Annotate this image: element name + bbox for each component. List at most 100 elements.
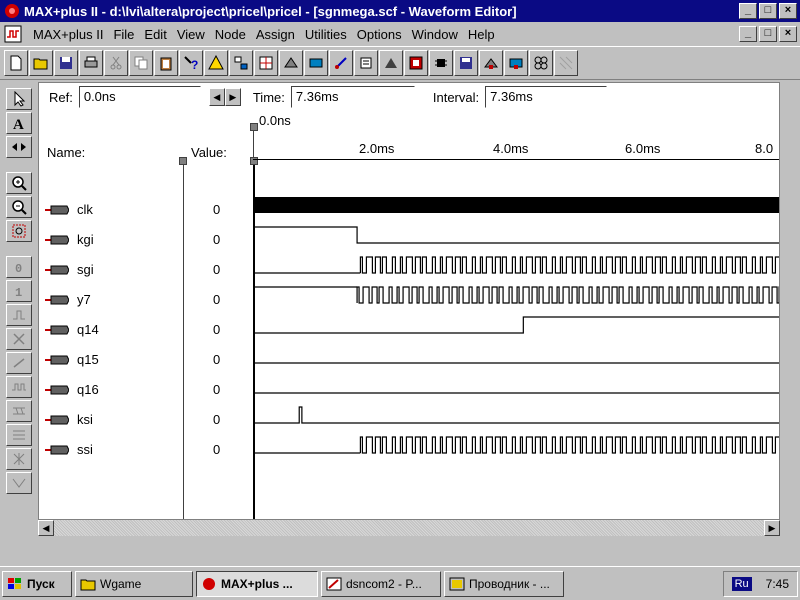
force-high-button[interactable]: 1 — [6, 280, 32, 302]
high-z-button[interactable] — [6, 352, 32, 374]
doc-close-button[interactable]: × — [779, 26, 797, 42]
taskbar-item-dsncom2[interactable]: dsncom2 - P... — [321, 570, 441, 597]
taskbar-clock: 7:45 — [765, 576, 789, 591]
set-project-button[interactable] — [404, 50, 428, 76]
overwrite-count-button[interactable] — [6, 400, 32, 422]
programmer-button[interactable] — [354, 50, 378, 76]
grid-button[interactable] — [529, 50, 553, 76]
hierarchy-button[interactable] — [229, 50, 253, 76]
time-cursor-label: 0.0ns — [259, 113, 291, 128]
maximize-button[interactable]: □ — [759, 3, 777, 19]
insert-node-button[interactable] — [6, 472, 32, 494]
taskbar-item-explorer[interactable]: Проводник - ... — [444, 570, 564, 597]
save-simulate-button[interactable] — [504, 50, 528, 76]
overwrite-group-button[interactable] — [6, 424, 32, 446]
text-tool-button[interactable]: A — [6, 112, 32, 134]
fit-in-window-button[interactable] — [6, 220, 32, 242]
signal-name: q16 — [77, 382, 99, 397]
horizontal-scrollbar[interactable]: ◀ ▶ — [38, 520, 780, 536]
time-cursor-handle[interactable] — [250, 123, 258, 131]
help-button[interactable]: ? — [179, 50, 203, 76]
ref-field[interactable]: 0.0ns — [78, 86, 201, 108]
interval-field[interactable]: 7.36ms — [485, 86, 608, 108]
timing-analyzer-button[interactable] — [329, 50, 353, 76]
print-button[interactable] — [79, 50, 103, 76]
force-low-button[interactable]: 0 — [6, 256, 32, 278]
save-button[interactable] — [54, 50, 78, 76]
paste-button[interactable] — [154, 50, 178, 76]
dont-care-button[interactable] — [6, 328, 32, 350]
doc-minimize-button[interactable]: _ — [739, 26, 757, 42]
waveform-editor: Ref: 0.0ns ◀ ▶ Time: 7.36ms Interval: 7.… — [38, 82, 780, 520]
signal-name: ksi — [77, 412, 93, 427]
time-tick-label: 4.0ms — [493, 141, 529, 156]
zoom-in-button[interactable] — [6, 172, 32, 194]
selection-tool-button[interactable] — [6, 88, 32, 110]
zoom-out-button[interactable] — [6, 196, 32, 218]
minimize-button[interactable]: _ — [739, 3, 757, 19]
scroll-right-button[interactable]: ▶ — [764, 520, 780, 536]
overwrite-clock-button[interactable] — [6, 376, 32, 398]
signal-name: kgi — [77, 232, 94, 247]
warning-button[interactable] — [204, 50, 228, 76]
chip-button[interactable] — [429, 50, 453, 76]
waveform-ssi — [359, 436, 779, 454]
time-ruler-line — [253, 159, 779, 160]
signal-name: q15 — [77, 352, 99, 367]
menu-assign[interactable]: Assign — [251, 27, 300, 42]
folder-icon — [80, 579, 96, 590]
force-one-icon: 1 — [15, 286, 22, 299]
taskbar-item-wgame[interactable]: Wgame — [75, 570, 193, 597]
start-button[interactable]: Пуск — [2, 570, 72, 597]
simulator-button[interactable] — [304, 50, 328, 76]
grid-snap-icon — [13, 453, 25, 465]
menu-edit[interactable]: Edit — [139, 27, 171, 42]
scroll-left-button[interactable]: ◀ — [38, 520, 54, 536]
column-resize-handle[interactable] — [179, 157, 187, 165]
invert-button[interactable] — [6, 304, 32, 326]
time-field[interactable]: 7.36ms — [290, 86, 415, 108]
menu-bar: MAX+plus II File Edit View Node Assign U… — [0, 22, 800, 46]
timing-icon — [335, 57, 347, 69]
menu-node[interactable]: Node — [210, 27, 251, 42]
ref-prev-button[interactable]: ◀ — [208, 88, 225, 106]
open-project-button[interactable] — [379, 50, 403, 76]
compiler-button[interactable] — [279, 50, 303, 76]
copy-button[interactable] — [129, 50, 153, 76]
waveform-doc-icon[interactable] — [4, 25, 22, 43]
waveform-clk — [254, 197, 779, 213]
start-label: Пуск — [27, 576, 55, 591]
insert-node-icon — [12, 478, 26, 488]
ref-next-button[interactable]: ▶ — [224, 88, 241, 106]
menu-utilities[interactable]: Utilities — [300, 27, 352, 42]
paint-app-icon — [326, 577, 342, 590]
zoom-fit-tool-button[interactable] — [6, 136, 32, 158]
language-indicator[interactable]: Ru — [731, 576, 752, 591]
clipboard-icon — [160, 57, 172, 71]
menu-view[interactable]: View — [172, 27, 210, 42]
doc-maximize-button[interactable]: □ — [759, 26, 777, 42]
fit-window-icon — [12, 224, 26, 238]
maxplus-app-icon — [203, 577, 215, 590]
close-button[interactable]: × — [779, 3, 797, 19]
group-value-icon — [13, 430, 25, 440]
output-pin-icon — [45, 445, 69, 455]
save-compile-button[interactable] — [479, 50, 503, 76]
scroll-track[interactable] — [54, 520, 764, 536]
waveform-canvas[interactable] — [254, 191, 780, 471]
menu-options[interactable]: Options — [352, 27, 407, 42]
save-check-icon — [460, 57, 472, 69]
cut-button[interactable] — [104, 50, 128, 76]
save-check-button[interactable] — [454, 50, 478, 76]
disabled-tool-button[interactable] — [554, 50, 578, 76]
menu-window[interactable]: Window — [407, 27, 463, 42]
menu-maxplus[interactable]: MAX+plus II — [28, 27, 108, 42]
floorplan-button[interactable] — [254, 50, 278, 76]
warning-triangle-icon — [208, 55, 224, 70]
new-file-button[interactable] — [4, 50, 28, 76]
open-file-button[interactable] — [29, 50, 53, 76]
snap-grid-button[interactable] — [6, 448, 32, 470]
menu-help[interactable]: Help — [463, 27, 500, 42]
menu-file[interactable]: File — [108, 27, 139, 42]
taskbar-item-maxplus[interactable]: MAX+plus ... — [196, 570, 318, 597]
